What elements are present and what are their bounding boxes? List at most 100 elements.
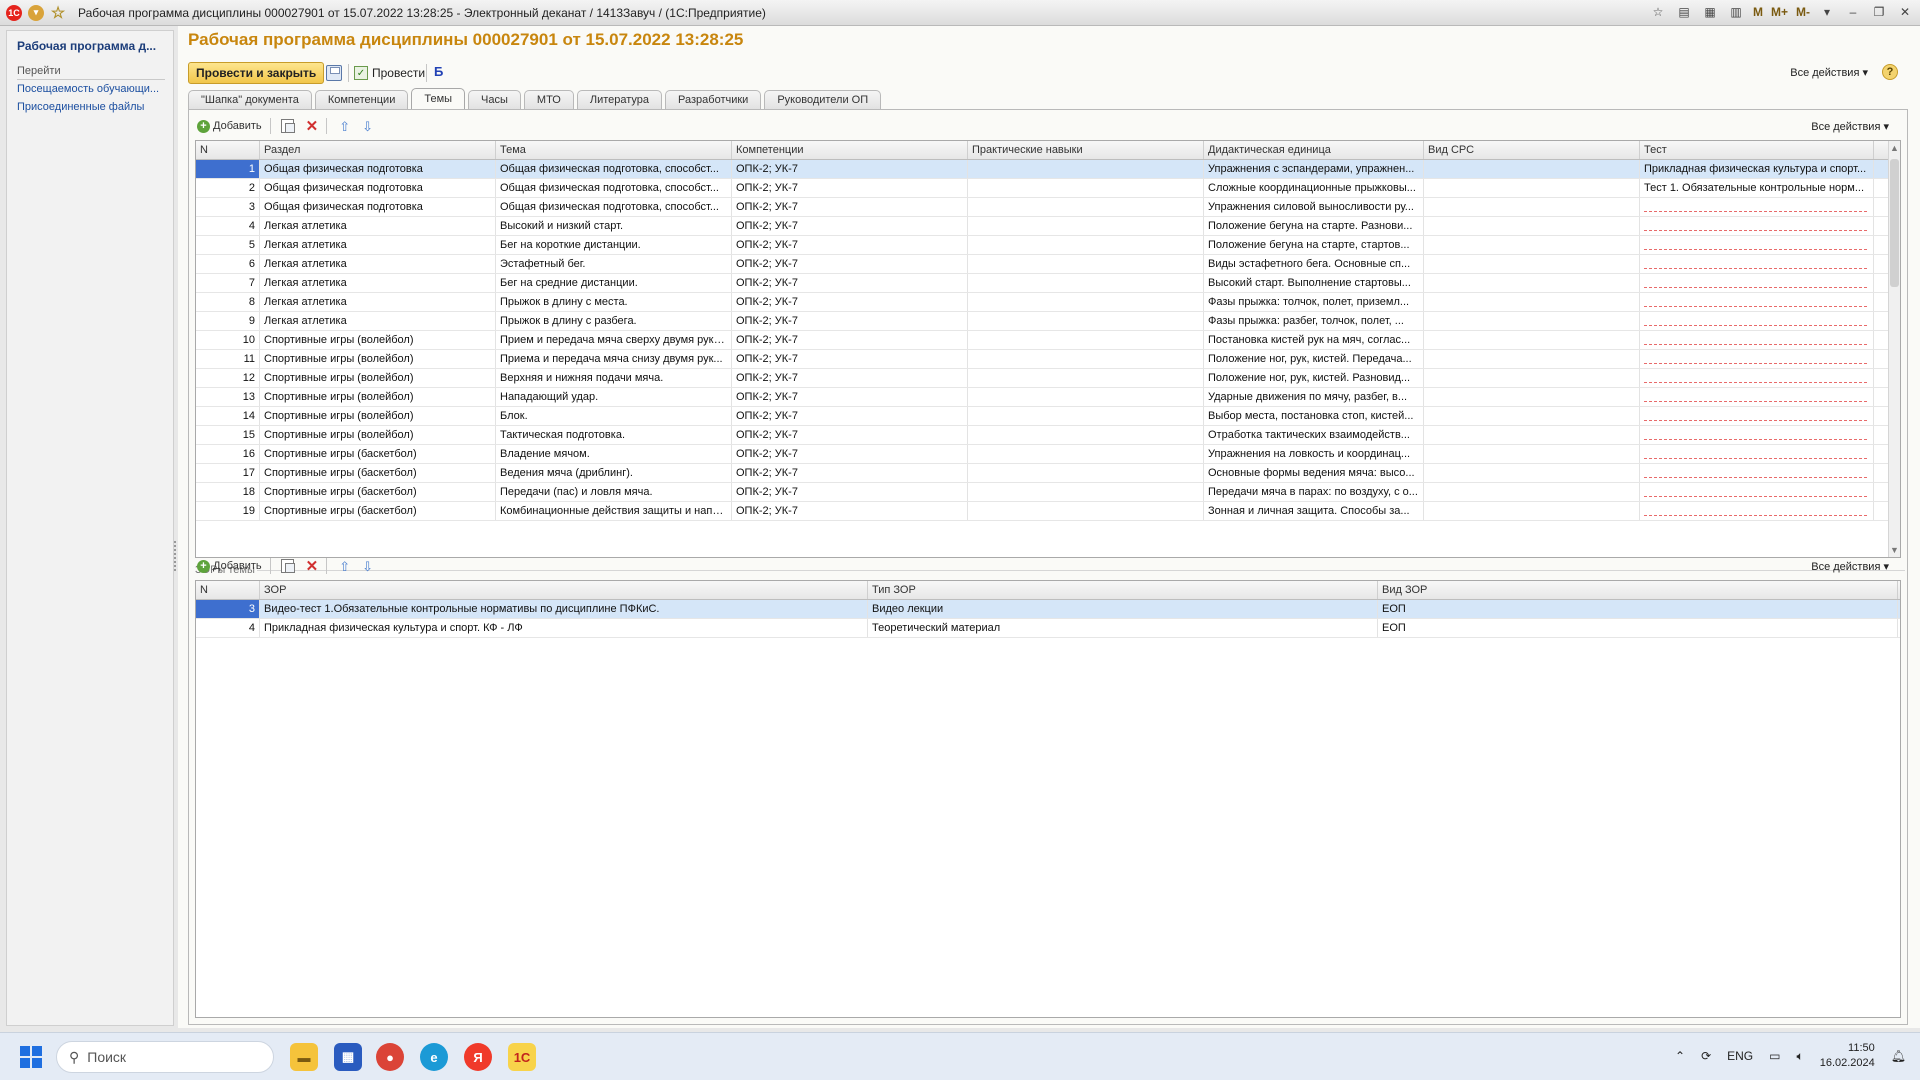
cell-col-zor-type[interactable]: Видео лекции	[868, 600, 1378, 618]
cell-col-srs-type[interactable]	[1424, 217, 1640, 235]
volume-icon[interactable]: 🔈︎	[1797, 1049, 1804, 1064]
cell-col-n[interactable]: 6	[196, 255, 260, 273]
cell-col-competencies[interactable]: ОПК-2; УК-7	[732, 160, 968, 178]
cell-col-competencies[interactable]: ОПК-2; УК-7	[732, 388, 968, 406]
cell-col-theme[interactable]: Общая физическая подготовка, способст...	[496, 160, 732, 178]
all-actions-menu[interactable]: Все действия ▾	[1790, 66, 1868, 79]
cell-col-competencies[interactable]: ОПК-2; УК-7	[732, 483, 968, 501]
cell-col-theme[interactable]: Передачи (пас) и ловля мяча.	[496, 483, 732, 501]
cell-col-didactic-unit[interactable]: Передачи мяча в парах: по воздуху, с о..…	[1204, 483, 1424, 501]
cell-col-theme[interactable]: Блок.	[496, 407, 732, 425]
tab-op-heads[interactable]: Руководители ОП	[764, 90, 882, 109]
1c-logo-icon[interactable]: 1С	[6, 4, 22, 21]
cell-col-didactic-unit[interactable]: Упражнения с эспандерами, упражнен...	[1204, 160, 1424, 178]
cell-col-zor[interactable]: Видео-тест 1.Обязательные контрольные но…	[260, 600, 868, 618]
cell-col-srs-type[interactable]	[1424, 483, 1640, 501]
cell-col-practical-skills[interactable]	[968, 160, 1204, 178]
cell-col-test[interactable]	[1640, 483, 1874, 501]
language-indicator[interactable]: ENG	[1727, 1049, 1753, 1063]
cell-col-srs-type[interactable]	[1424, 426, 1640, 444]
table-row[interactable]: 1 Общая физическая подготовка Общая физиче…	[196, 160, 1900, 179]
move-up-icon[interactable]: ⇧	[339, 560, 350, 573]
cell-col-n[interactable]: 18	[196, 483, 260, 501]
table-row[interactable]: 12 Спортивные игры (волейбол) Верхняя и ни…	[196, 369, 1900, 388]
table-row[interactable]: 5 Легкая атлетика Бег на короткие дистанци…	[196, 236, 1900, 255]
cell-col-n[interactable]: 10	[196, 331, 260, 349]
cell-col-srs-type[interactable]	[1424, 236, 1640, 254]
cell-col-competencies[interactable]: ОПК-2; УК-7	[732, 217, 968, 235]
move-down-icon[interactable]: ⇩	[362, 120, 373, 133]
move-down-icon[interactable]: ⇩	[362, 560, 373, 573]
cell-col-theme[interactable]: Верхняя и нижняя подачи мяча.	[496, 369, 732, 387]
cell-col-competencies[interactable]: ОПК-2; УК-7	[732, 274, 968, 292]
cell-col-didactic-unit[interactable]: Основные формы ведения мяча: высо...	[1204, 464, 1424, 482]
1c-enterprise-taskbar-icon[interactable]: 1С	[508, 1043, 536, 1071]
cell-col-n[interactable]: 16	[196, 445, 260, 463]
cell-col-didactic-unit[interactable]: Зонная и личная защита. Способы за...	[1204, 502, 1424, 520]
cell-col-n[interactable]: 9	[196, 312, 260, 330]
cell-col-n[interactable]: 11	[196, 350, 260, 368]
main-menu-icon[interactable]: ▾	[28, 4, 44, 21]
cell-col-section[interactable]: Спортивные игры (волейбол)	[260, 388, 496, 406]
cell-col-competencies[interactable]: ОПК-2; УК-7	[732, 445, 968, 463]
network-icon[interactable]: ▭	[1769, 1049, 1780, 1063]
cell-col-competencies[interactable]: ОПК-2; УК-7	[732, 236, 968, 254]
cell-col-competencies[interactable]: ОПК-2; УК-7	[732, 350, 968, 368]
cell-col-section[interactable]: Спортивные игры (волейбол)	[260, 426, 496, 444]
cell-col-competencies[interactable]: ОПК-2; УК-7	[732, 255, 968, 273]
scrollbar-thumb[interactable]	[1890, 159, 1899, 287]
windows-start-icon[interactable]	[20, 1046, 42, 1068]
cell-col-practical-skills[interactable]	[968, 274, 1204, 292]
header-col-theme[interactable]: Тема	[496, 141, 732, 159]
history-icon[interactable]: ▤	[1675, 3, 1693, 21]
taskbar-search-input[interactable]: ⚲ Поиск	[56, 1041, 274, 1073]
save-icon[interactable]	[326, 65, 342, 81]
cell-col-competencies[interactable]: ОПК-2; УК-7	[732, 502, 968, 520]
header-col-didactic-unit[interactable]: Дидактическая единица	[1204, 141, 1424, 159]
cell-col-section[interactable]: Общая физическая подготовка	[260, 179, 496, 197]
header-col-n[interactable]: N	[196, 581, 260, 599]
cell-col-competencies[interactable]: ОПК-2; УК-7	[732, 312, 968, 330]
cell-col-didactic-unit[interactable]: Упражнения силовой выносливости ру...	[1204, 198, 1424, 216]
cell-col-test[interactable]	[1640, 369, 1874, 387]
file-explorer-icon[interactable]: ▬	[290, 1043, 318, 1071]
cell-col-srs-type[interactable]	[1424, 198, 1640, 216]
cell-col-n[interactable]: 1	[196, 160, 260, 178]
minimize-icon[interactable]: –	[1844, 3, 1862, 21]
cell-col-didactic-unit[interactable]: Ударные движения по мячу, разбег, в...	[1204, 388, 1424, 406]
cell-col-test[interactable]: Тест 1. Обязательные контрольные норм...	[1640, 179, 1874, 197]
edge-icon[interactable]: e	[420, 1043, 448, 1071]
tab-mto[interactable]: МТО	[523, 90, 574, 109]
table-row[interactable]: 9 Легкая атлетика Прыжок в длину с разбега…	[196, 312, 1900, 331]
cell-col-srs-type[interactable]	[1424, 388, 1640, 406]
memory-m-plus-button[interactable]: M+	[1771, 5, 1788, 19]
copy-icon[interactable]	[280, 559, 295, 573]
cell-col-theme[interactable]: Тактическая подготовка.	[496, 426, 732, 444]
table-row[interactable]: 13 Спортивные игры (волейбол) Нападающий у…	[196, 388, 1900, 407]
help-icon[interactable]: ?	[1882, 64, 1898, 80]
cell-col-section[interactable]: Спортивные игры (баскетбол)	[260, 483, 496, 501]
cell-col-section[interactable]: Спортивные игры (баскетбол)	[260, 464, 496, 482]
cell-col-theme[interactable]: Общая физическая подготовка, способст...	[496, 198, 732, 216]
tab-themes[interactable]: Темы	[411, 88, 466, 109]
cell-col-practical-skills[interactable]	[968, 369, 1204, 387]
table-row[interactable]: 8 Легкая атлетика Прыжок в длину с места. О…	[196, 293, 1900, 312]
cell-col-test[interactable]	[1640, 198, 1874, 216]
cell-col-srs-type[interactable]	[1424, 331, 1640, 349]
cell-col-didactic-unit[interactable]: Высокий старт. Выполнение стартовы...	[1204, 274, 1424, 292]
cell-col-section[interactable]: Легкая атлетика	[260, 274, 496, 292]
cell-col-n[interactable]: 15	[196, 426, 260, 444]
table-row[interactable]: 4 Легкая атлетика Высокий и низкий старт. О…	[196, 217, 1900, 236]
cell-col-n[interactable]: 2	[196, 179, 260, 197]
cell-col-didactic-unit[interactable]: Выбор места, постановка стоп, кистей...	[1204, 407, 1424, 425]
cell-col-test[interactable]	[1640, 236, 1874, 254]
cell-col-srs-type[interactable]	[1424, 464, 1640, 482]
cell-col-theme[interactable]: Высокий и низкий старт.	[496, 217, 732, 235]
cell-col-section[interactable]: Легкая атлетика	[260, 236, 496, 254]
cell-col-practical-skills[interactable]	[968, 312, 1204, 330]
cell-col-srs-type[interactable]	[1424, 274, 1640, 292]
cell-col-n[interactable]: 3	[196, 600, 260, 618]
cell-col-n[interactable]: 12	[196, 369, 260, 387]
restore-icon[interactable]: ❐	[1870, 3, 1888, 21]
cell-col-practical-skills[interactable]	[968, 350, 1204, 368]
